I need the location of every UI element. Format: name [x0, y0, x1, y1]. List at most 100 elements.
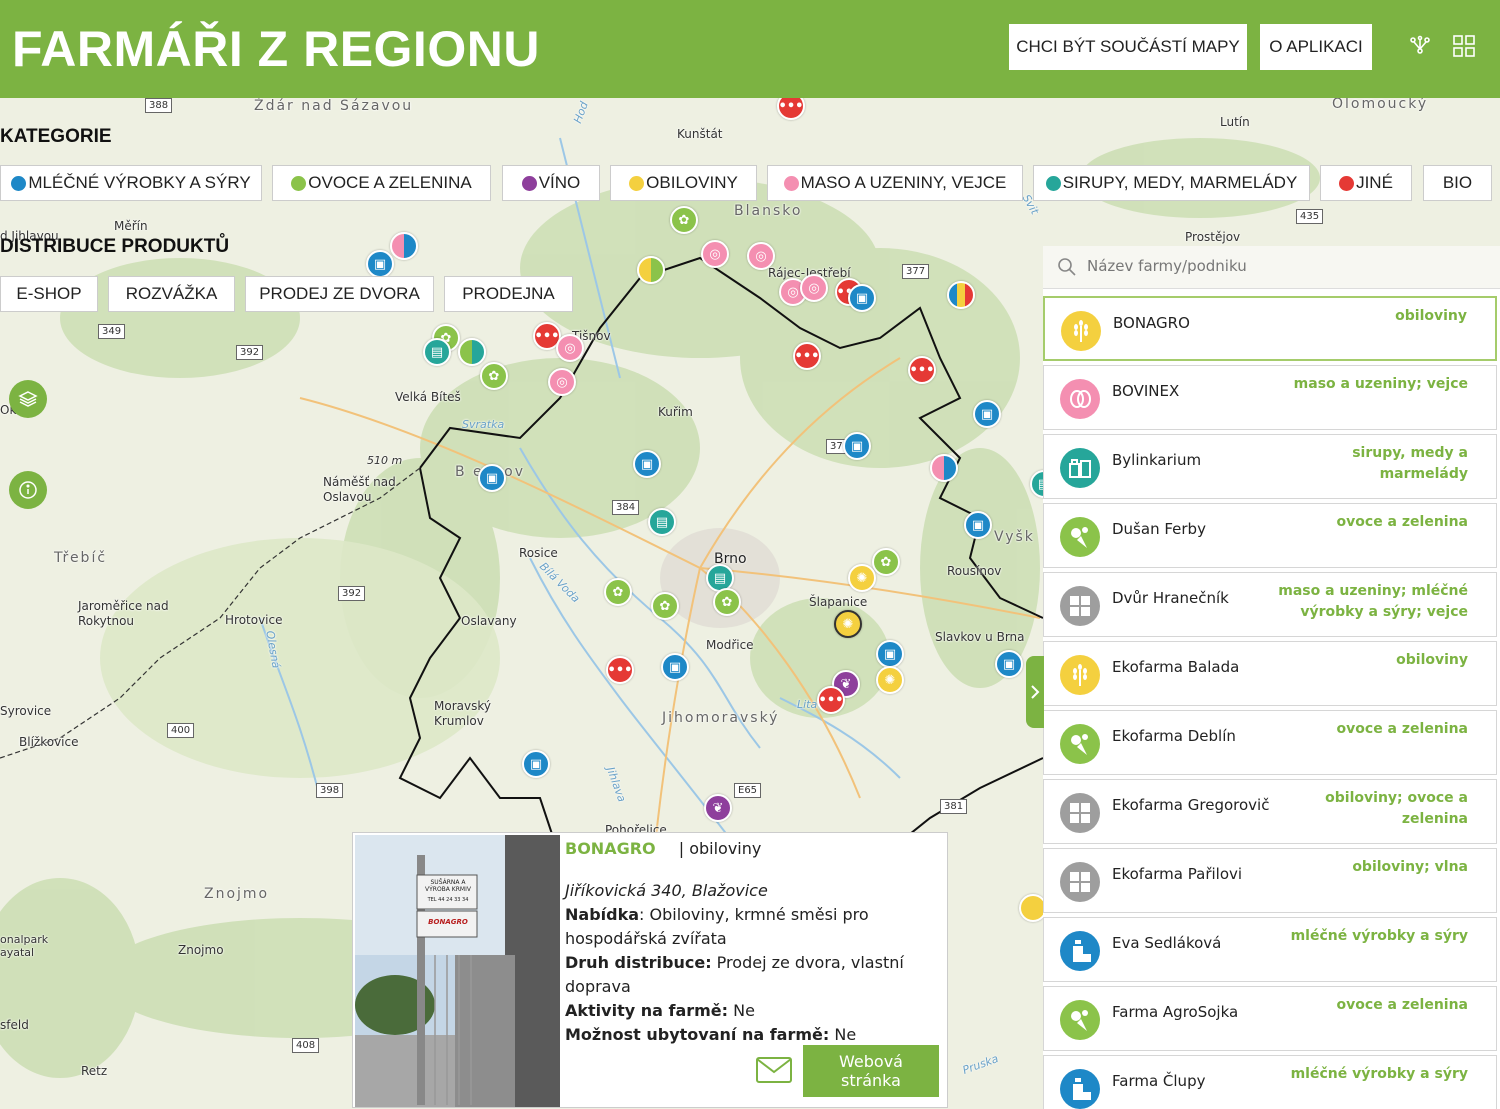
- farm-marker[interactable]: ▤: [648, 508, 676, 536]
- popup-address: Jiříkovická 340, Blažovice: [565, 881, 768, 900]
- farm-marker[interactable]: •••: [908, 356, 936, 384]
- collapse-panel-button[interactable]: [1026, 656, 1044, 728]
- category-label: BIO: [1442, 173, 1473, 192]
- farm-marker[interactable]: ✺: [876, 666, 904, 694]
- farm-name: Ekofarma Pařilovi: [1112, 865, 1243, 883]
- farm-list-item[interactable]: Ekofarma Deblín ovoce a zelenina: [1043, 710, 1497, 775]
- join-map-button[interactable]: CHCI BÝT SOUČÁSTÍ MAPY: [1009, 24, 1247, 70]
- category-filter-chip[interactable]: JINÉ: [1320, 165, 1412, 201]
- farm-category: obiloviny; ovoce a zelenina: [1325, 790, 1468, 827]
- farm-list-panel: Název farmy/podniku BONAGRO obiloviny BOVI…: [1043, 246, 1500, 1109]
- farm-list-item[interactable]: BOVINEX maso a uzeniny; vejce: [1043, 365, 1497, 430]
- grid-apps-icon[interactable]: [1452, 34, 1476, 58]
- road-number: 435: [1296, 209, 1324, 224]
- place-label: Blansko: [734, 203, 803, 219]
- popup-farm-category: | obiloviny: [678, 839, 762, 858]
- farm-marker[interactable]: [637, 256, 665, 284]
- place-label: Vyšk: [994, 529, 1035, 545]
- farm-marker[interactable]: [390, 232, 418, 260]
- farm-list-item[interactable]: Dvůr Hranečník maso a uzeniny; mléčné výr…: [1043, 572, 1497, 637]
- about-app-button[interactable]: O APLIKACI: [1260, 24, 1372, 70]
- category-icon: [1045, 175, 1061, 191]
- farm-marker[interactable]: ◎: [800, 274, 828, 302]
- farm-marker[interactable]: ✿: [604, 578, 632, 606]
- farm-list-item[interactable]: Dušan Ferby ovoce a zelenina: [1043, 503, 1497, 568]
- farm-marker[interactable]: ▣: [876, 640, 904, 668]
- farm-marker[interactable]: [458, 338, 486, 366]
- place-label: Šlapanice: [809, 595, 868, 609]
- category-filter-chip[interactable]: MLÉČNÉ VÝROBKY A SÝRY: [0, 165, 262, 201]
- farm-marker[interactable]: •••: [606, 656, 634, 684]
- farm-marker[interactable]: ▤: [423, 338, 451, 366]
- farm-list-item[interactable]: Ekofarma Balada obiloviny: [1043, 641, 1497, 706]
- farm-list-item[interactable]: Farma Člupy mléčné výrobky a sýry: [1043, 1055, 1497, 1109]
- category-filter-chip[interactable]: SIRUPY, MEDY, MARMELÁDY: [1033, 165, 1310, 201]
- farm-category: mléčné výrobky a sýry: [1290, 1066, 1468, 1082]
- search-input[interactable]: Název farmy/podniku: [1087, 257, 1247, 275]
- search-bar[interactable]: Název farmy/podniku: [1043, 246, 1500, 289]
- farm-list-item[interactable]: Farma AgroSojka ovoce a zelenina: [1043, 986, 1497, 1051]
- farm-list-item[interactable]: BONAGRO obiloviny: [1043, 296, 1497, 361]
- farm-marker[interactable]: •••: [793, 342, 821, 370]
- farm-marker[interactable]: [947, 281, 975, 309]
- farm-marker[interactable]: ▣: [843, 432, 871, 460]
- farm-list-item[interactable]: Ekofarma Gregorovič obiloviny; ovoce a ze…: [1043, 779, 1497, 844]
- place-label: Moravský Krumlov: [434, 699, 491, 728]
- category-filter-chip[interactable]: OVOCE A ZELENINA: [272, 165, 491, 201]
- road-number: 392: [338, 586, 366, 601]
- road-number: 377: [902, 264, 930, 279]
- farm-marker[interactable]: ▣: [522, 750, 550, 778]
- category-filter-chip[interactable]: OBILOVINY: [610, 165, 757, 201]
- farm-marker[interactable]: ◎: [701, 240, 729, 268]
- farm-marker[interactable]: •••: [817, 686, 845, 714]
- farm-marker[interactable]: ✿: [670, 206, 698, 234]
- distribution-filter-chip[interactable]: ROZVÁŽKA: [108, 276, 235, 312]
- website-button[interactable]: Webová stránka: [803, 1045, 939, 1097]
- farm-marker-selected[interactable]: ✺: [834, 610, 862, 638]
- farm-name: Dvůr Hranečník: [1112, 589, 1229, 607]
- farm-marker[interactable]: ▣: [848, 284, 876, 312]
- farm-marker[interactable]: ▣: [995, 650, 1023, 678]
- distribution-filter-chip[interactable]: PRODEJ ZE DVORA: [245, 276, 434, 312]
- road-number: 400: [167, 723, 195, 738]
- farm-marker[interactable]: ✿: [480, 362, 508, 390]
- farm-marker[interactable]: ▣: [964, 511, 992, 539]
- farm-marker[interactable]: ▣: [973, 400, 1001, 428]
- chevron-right-icon: [1031, 685, 1040, 699]
- farm-list-item[interactable]: Ekofarma Pařilovi obiloviny; vlna: [1043, 848, 1497, 913]
- farm-list-item[interactable]: Eva Sedláková mléčné výrobky a sýry: [1043, 917, 1497, 982]
- farm-marker[interactable]: ✿: [713, 588, 741, 616]
- farm-category: ovoce a zelenina: [1336, 997, 1468, 1013]
- farm-marker[interactable]: ▣: [661, 653, 689, 681]
- photo-sign-logo: BONAGRO: [428, 918, 468, 926]
- farm-marker[interactable]: ▣: [633, 450, 661, 478]
- category-filter-chip[interactable]: VÍNO: [502, 165, 600, 201]
- place-label: Kuřim: [658, 405, 693, 419]
- farm-marker[interactable]: [930, 454, 958, 482]
- share-icon[interactable]: [1408, 34, 1432, 58]
- farm-marker[interactable]: ✺: [848, 564, 876, 592]
- farm-marker[interactable]: ❦: [704, 794, 732, 822]
- popup-body: BONAGRO | obiloviny Jiříkovická 340, Bla…: [565, 837, 943, 1047]
- farm-marker[interactable]: ▣: [478, 464, 506, 492]
- category-filter-chip[interactable]: MASO A UZENINY, VEJCE: [767, 165, 1023, 201]
- category-filter-chip[interactable]: BIO: [1423, 165, 1492, 201]
- farm-marker[interactable]: ◎: [747, 242, 775, 270]
- farm-marker[interactable]: ✿: [651, 592, 679, 620]
- place-label: Měřín: [114, 219, 148, 233]
- farm-name: Ekofarma Deblín: [1112, 727, 1236, 745]
- farm-marker[interactable]: ✿: [872, 548, 900, 576]
- layers-button[interactable]: [9, 380, 47, 418]
- distribution-filter-chip[interactable]: PRODEJNA: [444, 276, 573, 312]
- category-icon: [11, 175, 27, 191]
- distribution-label: DISTRIBUCE PRODUKTŮ: [0, 236, 230, 257]
- email-icon[interactable]: [755, 1055, 793, 1085]
- info-button[interactable]: [9, 471, 47, 509]
- farm-list-item[interactable]: Bylinkarium sirupy, medy a marmelády: [1043, 434, 1497, 499]
- farm-marker[interactable]: ◎: [548, 368, 576, 396]
- farm-marker[interactable]: ▣: [366, 250, 394, 278]
- distribution-filter-chip[interactable]: E-SHOP: [0, 276, 98, 312]
- farm-marker[interactable]: ◎: [556, 334, 584, 362]
- place-label: Syrovice: [0, 704, 52, 718]
- wheat-icon: [1061, 311, 1101, 351]
